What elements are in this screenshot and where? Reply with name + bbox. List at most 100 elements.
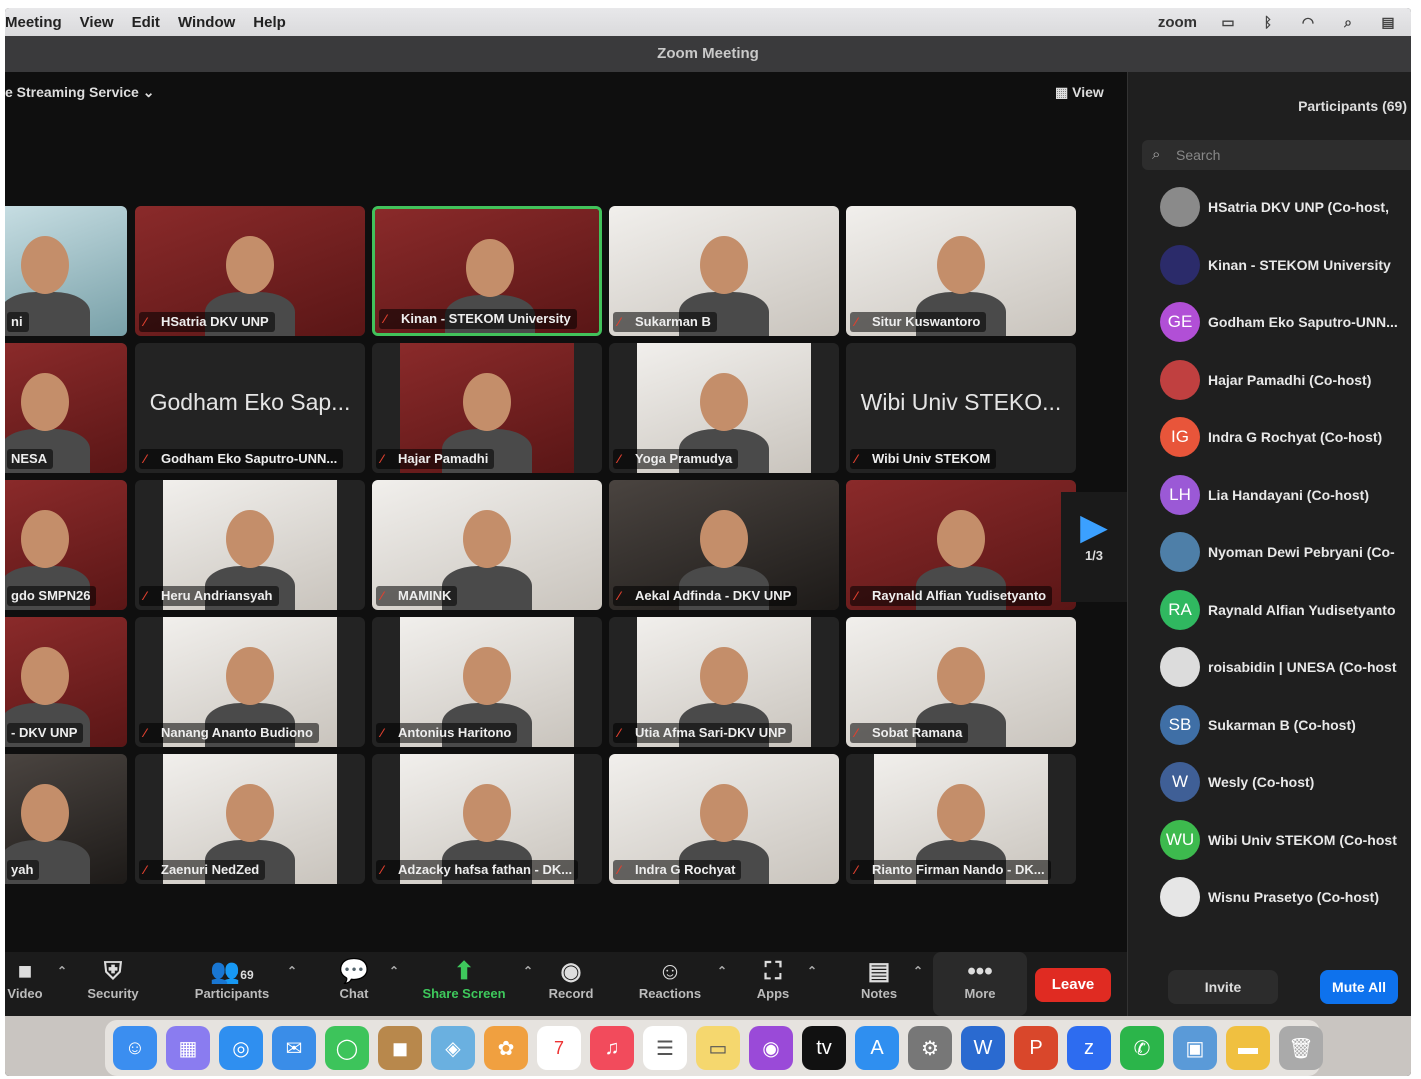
video-tile[interactable]: ⁄ Indra G Rochyat bbox=[609, 754, 839, 884]
menu-meeting[interactable]: Meeting bbox=[5, 14, 62, 31]
video-tile[interactable]: yah bbox=[5, 754, 127, 884]
video-tile[interactable]: ⁄ Nanang Ananto Budiono bbox=[135, 617, 365, 747]
participants-button[interactable]: 👥69 Participants ⌃ bbox=[189, 958, 297, 1001]
video-tile[interactable]: ⁄ Yoga Pramudya bbox=[609, 343, 839, 473]
menu-edit[interactable]: Edit bbox=[132, 14, 160, 31]
trash-icon[interactable]: 🗑 bbox=[1279, 1026, 1323, 1070]
video-button[interactable]: ■ Video ⌃ bbox=[5, 958, 67, 1001]
photos-icon[interactable]: ✿ bbox=[484, 1026, 528, 1070]
video-tile[interactable]: ⁄ Kinan - STEKOM University bbox=[372, 206, 602, 336]
video-tile[interactable]: ⁄ Raynald Alfian Yudisetyanto bbox=[846, 480, 1076, 610]
mail-icon[interactable]: ✉ bbox=[272, 1026, 316, 1070]
calendar-icon[interactable]: 7 bbox=[537, 1026, 581, 1070]
video-tile[interactable]: ⁄ Utia Afma Sari-DKV UNP bbox=[609, 617, 839, 747]
word-icon[interactable]: W bbox=[961, 1026, 1005, 1070]
video-tile[interactable]: ⁄ Adzacky hafsa fathan - DK... bbox=[372, 754, 602, 884]
powerpoint-icon[interactable]: P bbox=[1014, 1026, 1058, 1070]
leave-button[interactable]: Leave bbox=[1035, 968, 1111, 1002]
tile-name-text: Yoga Pramudya bbox=[635, 451, 733, 466]
reminders-icon[interactable]: ☰ bbox=[643, 1026, 687, 1070]
chevron-up-icon[interactable]: ⌃ bbox=[57, 964, 67, 978]
video-tile[interactable]: ni bbox=[5, 206, 127, 336]
participant-row[interactable]: Wisnu Prasetyo (Co-host) bbox=[1160, 874, 1411, 920]
bluetooth-icon[interactable]: ᛒ bbox=[1259, 15, 1277, 29]
participant-row[interactable]: W Wesly (Co-host) bbox=[1160, 759, 1411, 805]
reactions-button[interactable]: ☺ Reactions ⌃ bbox=[635, 958, 727, 1001]
more-button[interactable]: ••• More bbox=[933, 952, 1027, 1016]
system-settings-icon[interactable]: ⚙ bbox=[908, 1026, 952, 1070]
zoom-menubar-label[interactable]: zoom bbox=[1158, 14, 1197, 31]
apps-button[interactable]: ⛶ Apps ⌃ bbox=[751, 958, 817, 1001]
wifi-icon[interactable]: ◠ bbox=[1299, 15, 1317, 29]
video-tile[interactable]: ⁄ Hajar Pamadhi bbox=[372, 343, 602, 473]
security-button[interactable]: ⛨ Security bbox=[85, 958, 141, 1001]
notes-app-icon[interactable]: ▭ bbox=[696, 1026, 740, 1070]
menu-view[interactable]: View bbox=[80, 14, 114, 31]
control-center-icon[interactable]: ▤ bbox=[1379, 15, 1397, 29]
video-tile[interactable]: ⁄ Zaenuri NedZed bbox=[135, 754, 365, 884]
view-button[interactable]: ▦ View bbox=[1055, 84, 1104, 101]
video-tile[interactable]: - DKV UNP bbox=[5, 617, 127, 747]
video-tile[interactable]: ⁄ MAMINK bbox=[372, 480, 602, 610]
chevron-up-icon[interactable]: ⌃ bbox=[913, 964, 923, 978]
podcasts-icon[interactable]: ◉ bbox=[749, 1026, 793, 1070]
video-tile[interactable]: Godham Eko Sap... ⁄ Godham Eko Saputro-UNN… bbox=[135, 343, 365, 473]
video-tile[interactable]: ⁄ Rianto Firman Nando - DK... bbox=[846, 754, 1076, 884]
menu-help[interactable]: Help bbox=[253, 14, 286, 31]
participant-row[interactable]: IG Indra G Rochyat (Co-host) bbox=[1160, 414, 1411, 460]
streaming-service-dropdown[interactable]: e Streaming Service ⌄ bbox=[5, 84, 154, 101]
next-page-button[interactable]: ▶ 1/3 bbox=[1061, 492, 1127, 602]
video-tile[interactable]: Wibi Univ STEKO... ⁄ Wibi Univ STEKOM bbox=[846, 343, 1076, 473]
contacts-icon[interactable]: ◼ bbox=[378, 1026, 422, 1070]
participant-row[interactable]: Kinan - STEKOM University bbox=[1160, 242, 1411, 288]
finder-icon[interactable]: ☺ bbox=[113, 1026, 157, 1070]
launchpad-icon[interactable]: ▦ bbox=[166, 1026, 210, 1070]
video-tile[interactable]: ⁄ Sobat Ramana bbox=[846, 617, 1076, 747]
music-icon[interactable]: ♫ bbox=[590, 1026, 634, 1070]
participant-row[interactable]: Hajar Pamadhi (Co-host) bbox=[1160, 357, 1411, 403]
video-tile[interactable]: NESA bbox=[5, 343, 127, 473]
safari-icon[interactable]: ◎ bbox=[219, 1026, 263, 1070]
spotlight-search-icon[interactable]: ⌕ bbox=[1339, 15, 1357, 29]
participant-row[interactable]: Nyoman Dewi Pebryani (Co- bbox=[1160, 529, 1411, 575]
chevron-up-icon[interactable]: ⌃ bbox=[523, 964, 533, 978]
chevron-up-icon[interactable]: ⌃ bbox=[389, 964, 399, 978]
video-tile[interactable]: ⁄ Aekal Adfinda - DKV UNP bbox=[609, 480, 839, 610]
participant-row[interactable]: WU Wibi Univ STEKOM (Co-host bbox=[1160, 817, 1411, 863]
tile-name-text: Kinan - STEKOM University bbox=[401, 311, 571, 326]
participant-row[interactable]: HSatria DKV UNP (Co-host, bbox=[1160, 184, 1411, 230]
participants-search-input[interactable]: ⌕ Search bbox=[1142, 140, 1411, 170]
chevron-up-icon[interactable]: ⌃ bbox=[717, 964, 727, 978]
participant-row[interactable]: LH Lia Handayani (Co-host) bbox=[1160, 472, 1411, 518]
zoom-app-icon[interactable]: z bbox=[1067, 1026, 1111, 1070]
record-button[interactable]: ◉ Record bbox=[543, 958, 599, 1001]
battery-icon[interactable]: ▭ bbox=[1219, 15, 1237, 29]
app-store-icon[interactable]: A bbox=[855, 1026, 899, 1070]
video-tile[interactable]: ⁄ Sukarman B bbox=[609, 206, 839, 336]
invite-button[interactable]: Invite bbox=[1168, 970, 1278, 1004]
video-tile[interactable]: ⁄ Situr Kuswantoro bbox=[846, 206, 1076, 336]
chevron-up-icon[interactable]: ⌃ bbox=[287, 964, 297, 978]
video-tile[interactable]: gdo SMPN26 bbox=[5, 480, 127, 610]
chat-button[interactable]: 💬 Chat ⌃ bbox=[331, 958, 399, 1001]
messages-icon[interactable]: ◯ bbox=[325, 1026, 369, 1070]
chevron-up-icon[interactable]: ⌃ bbox=[807, 964, 817, 978]
participant-row[interactable]: SB Sukarman B (Co-host) bbox=[1160, 702, 1411, 748]
person-face bbox=[700, 373, 748, 431]
share-screen-button[interactable]: ⬆ Share Screen ⌃ bbox=[417, 958, 533, 1001]
preview-icon[interactable]: ▣ bbox=[1173, 1026, 1217, 1070]
notes-button[interactable]: ▤ Notes ⌃ bbox=[857, 958, 923, 1001]
participant-row[interactable]: GE Godham Eko Saputro-UNN... bbox=[1160, 299, 1411, 345]
apple-tv-icon[interactable]: tv bbox=[802, 1026, 846, 1070]
participant-row[interactable]: RA Raynald Alfian Yudisetyanto bbox=[1160, 587, 1411, 633]
share-screen-icon: ⬆ bbox=[453, 958, 475, 985]
maps-icon[interactable]: ◈ bbox=[431, 1026, 475, 1070]
folder-icon[interactable]: ▬ bbox=[1226, 1026, 1270, 1070]
participant-row[interactable]: roisabidin | UNESA (Co-host bbox=[1160, 644, 1411, 690]
whatsapp-icon[interactable]: ✆ bbox=[1120, 1026, 1164, 1070]
menu-window[interactable]: Window bbox=[178, 14, 235, 31]
video-tile[interactable]: ⁄ Heru Andriansyah bbox=[135, 480, 365, 610]
video-tile[interactable]: ⁄ HSatria DKV UNP bbox=[135, 206, 365, 336]
video-tile[interactable]: ⁄ Antonius Haritono bbox=[372, 617, 602, 747]
mute-all-button[interactable]: Mute All bbox=[1320, 970, 1398, 1004]
